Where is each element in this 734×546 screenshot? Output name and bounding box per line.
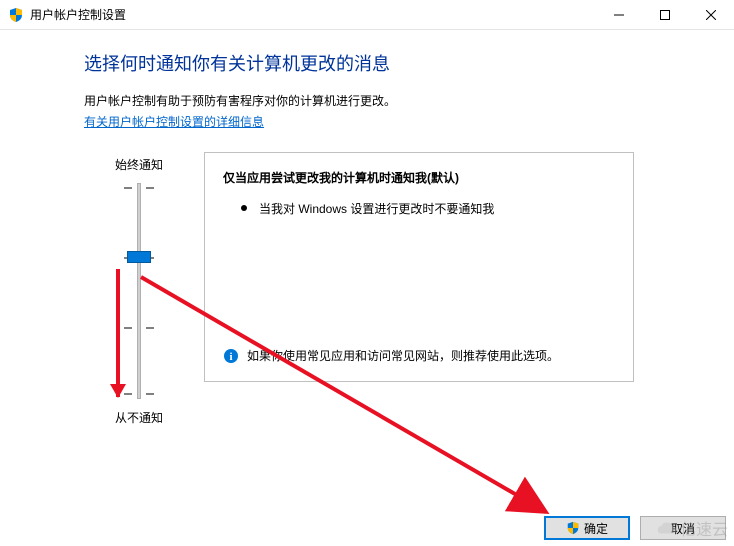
bullet-text: 当我对 Windows 设置进行更改时不要通知我: [259, 200, 494, 217]
cancel-button[interactable]: 取消: [640, 516, 726, 540]
svg-text:i: i: [229, 351, 232, 363]
slider-area: 始终通知 从不通知 仅当应用尝试更改我的计算机时通知我(默认) 当我对 Wind…: [84, 156, 734, 426]
description-text: 用户帐户控制有助于预防有害程序对你的计算机进行更改。: [84, 92, 734, 109]
ok-button[interactable]: 确定: [544, 516, 630, 540]
bullet-row: 当我对 Windows 设置进行更改时不要通知我: [223, 200, 615, 217]
slider-track-line: [137, 183, 141, 399]
slider-tick: [124, 327, 154, 329]
cancel-button-label: 取消: [671, 520, 695, 537]
close-button[interactable]: [688, 0, 734, 30]
page-heading: 选择何时通知你有关计算机更改的消息: [84, 50, 734, 76]
uac-slider[interactable]: [84, 183, 194, 399]
shield-icon: [8, 7, 24, 23]
slider-column: 始终通知 从不通知: [84, 156, 194, 426]
slider-thumb[interactable]: [127, 251, 151, 263]
info-panel: 仅当应用尝试更改我的计算机时通知我(默认) 当我对 Windows 设置进行更改…: [204, 152, 634, 382]
shield-icon: [566, 521, 580, 535]
more-info-link[interactable]: 有关用户帐户控制设置的详细信息: [84, 113, 264, 130]
recommendation-text: 如果你使用常见应用和访问常见网站，则推荐使用此选项。: [247, 347, 559, 365]
button-bar: 确定 取消: [544, 516, 726, 540]
content-area: 选择何时通知你有关计算机更改的消息 用户帐户控制有助于预防有害程序对你的计算机进…: [0, 30, 734, 426]
info-icon: i: [223, 348, 239, 364]
slider-tick: [124, 393, 154, 395]
bullet-icon: [241, 205, 247, 211]
slider-label-always: 始终通知: [84, 156, 194, 173]
window-controls: [596, 0, 734, 30]
slider-tick: [124, 187, 154, 189]
ok-button-label: 确定: [584, 520, 608, 537]
title-bar: 用户帐户控制设置: [0, 0, 734, 30]
maximize-button[interactable]: [642, 0, 688, 30]
recommendation-row: i 如果你使用常见应用和访问常见网站，则推荐使用此选项。: [223, 347, 615, 365]
panel-title: 仅当应用尝试更改我的计算机时通知我(默认): [223, 169, 615, 186]
annotation-arrow-down: [116, 269, 120, 397]
slider-label-never: 从不通知: [84, 409, 194, 426]
window-title: 用户帐户控制设置: [30, 6, 596, 23]
minimize-button[interactable]: [596, 0, 642, 30]
